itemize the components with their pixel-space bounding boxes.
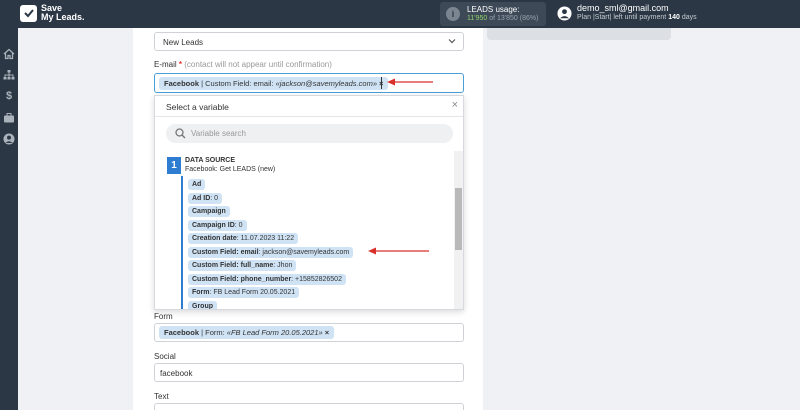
variable-name: Custom Field: full_name: [192, 262, 274, 269]
variable-value: : 11.07.2023 11:22: [236, 235, 295, 242]
user-email[interactable]: demo_sml@gmail.com: [577, 3, 669, 13]
data-source-line: [181, 176, 183, 309]
variable-item[interactable]: Group: [188, 301, 217, 310]
variable-item[interactable]: Ad: [188, 179, 206, 190]
variable-value: : 0: [210, 195, 219, 202]
plan-prefix: Plan |Start| left until payment: [577, 14, 669, 21]
variable-name: Ad: [192, 181, 202, 188]
variable-value: : jackson@savemyleads.com: [258, 249, 350, 256]
variable-name: Campaign ID: [192, 222, 235, 229]
data-source-subtitle: Facebook: Get LEADS (new): [185, 166, 276, 173]
plan-days: 140: [668, 14, 680, 21]
leads-rest: of 13'850: [487, 15, 520, 22]
right-info-card: [487, 28, 671, 40]
dollar-icon[interactable]: $: [3, 90, 15, 102]
text-field[interactable]: [154, 403, 464, 410]
lead-status-value: New Leads: [163, 38, 204, 47]
text-cursor: [381, 77, 382, 89]
email-variable-tag[interactable]: Facebook | Custom Field: email: «jackson…: [159, 77, 389, 90]
variable-item[interactable]: Campaign: [188, 206, 230, 217]
variable-item[interactable]: Creation date: 11.07.2023 11:22: [188, 233, 299, 244]
data-source-title: DATA SOURCE: [185, 157, 236, 164]
data-source-number: 1: [167, 157, 181, 174]
variable-item[interactable]: Custom Field: phone_number: +15852826502: [188, 274, 346, 285]
social-value: facebook: [160, 369, 193, 378]
variable-item[interactable]: Campaign ID: 0: [188, 220, 247, 231]
lead-status-select[interactable]: New Leads: [154, 32, 464, 51]
logo[interactable]: Save My Leads.: [20, 4, 85, 22]
variable-value: : FB Lead Form 20.05.2021: [209, 289, 296, 296]
tag-source: Facebook: [164, 328, 200, 337]
variable-dropdown: Select a variable × Variable search 1 DA…: [154, 95, 464, 310]
required-marker: *: [178, 60, 183, 69]
logo-text: Save My Leads.: [41, 4, 85, 22]
tag-value: «jackson@savemyleads.com»: [275, 79, 377, 88]
search-icon: [175, 128, 186, 139]
tag-field: | Form:: [199, 328, 227, 337]
variable-value: : 0: [234, 222, 243, 229]
user-circle-icon[interactable]: [3, 133, 15, 145]
variable-item[interactable]: Ad ID: 0: [188, 193, 223, 204]
scrollbar-thumb[interactable]: [455, 188, 462, 250]
variable-value: : +15852826502: [291, 276, 342, 283]
tag-value: «FB Lead Form 20.05.2021»: [226, 328, 323, 337]
checkmark-logo-icon: [20, 4, 37, 22]
email-label: E-mail * (contact will not appear until …: [154, 60, 332, 69]
variable-name: Group: [192, 303, 213, 310]
variable-item[interactable]: Form: FB Lead Form 20.05.2021: [188, 287, 300, 298]
home-icon[interactable]: [3, 48, 15, 60]
chevron-down-icon: [448, 39, 456, 44]
leads-usage-title: LEADS usage:: [467, 5, 520, 14]
social-field[interactable]: facebook: [154, 363, 464, 382]
logo-line-2: My Leads.: [41, 12, 85, 22]
social-label: Social: [154, 352, 176, 361]
variable-name: Form: [192, 289, 210, 296]
briefcase-icon[interactable]: [3, 112, 15, 124]
divider: [155, 116, 463, 117]
top-bar: Save My Leads. i LEADS usage: 11'950 of …: [0, 0, 800, 28]
close-icon[interactable]: ×: [452, 99, 458, 111]
leads-usage-box[interactable]: i LEADS usage: 11'950 of 13'850 (86%): [440, 2, 546, 26]
leads-usage-count: 11'950 of 13'850 (86%): [467, 15, 538, 22]
plan-suffix: days: [679, 14, 697, 21]
annotation-arrow: [368, 247, 429, 255]
form-field[interactable]: Facebook | Form: «FB Lead Form 20.05.202…: [154, 323, 464, 342]
user-plan: Plan |Start| left until payment 140 days: [577, 14, 697, 21]
variable-name: Custom Field: phone_number: [192, 276, 292, 283]
variable-name: Creation date: [192, 235, 237, 242]
variable-dropdown-title: Select a variable: [166, 102, 229, 112]
variable-name: Ad ID: [192, 195, 211, 202]
tag-source: Facebook: [164, 79, 200, 88]
annotation-arrow: [387, 78, 433, 86]
text-label: Text: [154, 392, 169, 401]
sidebar: $: [0, 28, 18, 410]
form-label: Form: [154, 312, 173, 321]
email-label-text: E-mail: [154, 60, 177, 69]
user-avatar-icon[interactable]: [557, 6, 572, 21]
sitemap-icon[interactable]: [3, 69, 15, 81]
variable-name: Custom Field: email: [192, 249, 259, 256]
leads-percent: (86%): [519, 15, 539, 22]
form-variable-tag[interactable]: Facebook | Form: «FB Lead Form 20.05.202…: [159, 326, 335, 339]
email-hint: (contact will not appear until confirmat…: [184, 60, 332, 69]
variable-item[interactable]: Custom Field: email: jackson@savemyleads…: [188, 247, 354, 258]
variable-search-input[interactable]: Variable search: [166, 124, 453, 143]
search-placeholder: Variable search: [191, 129, 246, 138]
variable-item[interactable]: Custom Field: full_name: Jhon: [188, 260, 297, 271]
variable-value: : Jhon: [273, 262, 293, 269]
tag-field: | Custom Field: email:: [199, 79, 276, 88]
tag-remove-icon[interactable]: ×: [325, 328, 329, 337]
leads-used: 11'950: [467, 15, 488, 22]
variable-name: Campaign: [192, 208, 226, 215]
info-icon: i: [446, 7, 460, 21]
